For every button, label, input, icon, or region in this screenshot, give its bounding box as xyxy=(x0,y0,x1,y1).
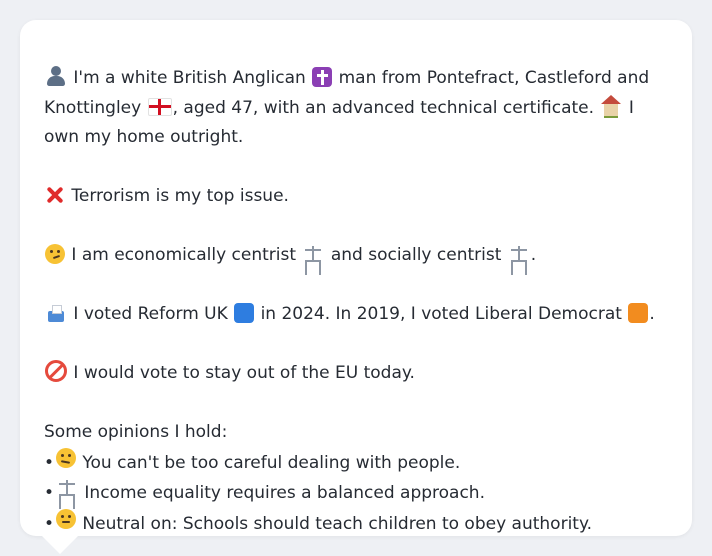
thinking-face-icon xyxy=(45,244,65,264)
list-item: • You can't be too careful dealing with … xyxy=(44,447,668,479)
bullet: • xyxy=(44,452,55,473)
opinion-text: Neutral on: Schools should teach childre… xyxy=(82,513,592,534)
economics-paragraph: I am economically centrist and socially … xyxy=(44,241,668,271)
orange-square-icon xyxy=(628,303,649,323)
blue-square-icon xyxy=(234,303,255,323)
latin-cross-icon xyxy=(312,67,333,87)
balance-scale-icon xyxy=(508,244,530,264)
list-item: • Income equality requires a balanced ap… xyxy=(44,478,668,509)
economics-part3: . xyxy=(530,245,537,265)
votes-part3: . xyxy=(649,304,655,324)
economics-part2: and socially centrist xyxy=(330,245,502,265)
top-issue-text: Terrorism is my top issue. xyxy=(71,186,289,206)
eu-paragraph: I would vote to stay out of the EU today… xyxy=(44,359,668,389)
persona-text: I'm a white British Anglican man from Po… xyxy=(44,64,668,539)
raised-eyebrow-face-icon xyxy=(56,447,76,468)
opinion-text: Income equality requires a balanced appr… xyxy=(84,483,485,503)
opinion-text: You can't be too careful dealing with pe… xyxy=(82,452,461,473)
prohibited-icon xyxy=(45,360,67,382)
england-flag-icon xyxy=(147,97,172,116)
votes-part1: I voted Reform UK xyxy=(73,304,228,324)
intro-part3: , aged 47, with an advanced technical ce… xyxy=(172,97,595,118)
opinions-section: Some opinions I hold: • You can't be too… xyxy=(44,418,668,539)
bullet: • xyxy=(44,483,55,503)
top-issue-paragraph: Terrorism is my top issue. xyxy=(44,182,668,212)
house-icon xyxy=(600,94,622,118)
intro-part1: I'm a white British Anglican xyxy=(73,68,306,88)
message-bubble: I'm a white British Anglican man from Po… xyxy=(20,20,692,536)
economics-part1: I am economically centrist xyxy=(71,245,297,265)
votes-part2: in 2024. In 2019, I voted Liberal Democr… xyxy=(260,304,622,324)
balance-scale-icon xyxy=(302,244,324,264)
neutral-face-icon xyxy=(56,508,76,529)
bubble-tail xyxy=(40,534,80,554)
votes-paragraph: I voted Reform UK in 2024. In 2019, I vo… xyxy=(44,300,668,330)
ballot-box-icon xyxy=(45,303,67,323)
intro-paragraph: I'm a white British Anglican man from Po… xyxy=(44,64,668,153)
opinions-heading: Some opinions I hold: xyxy=(44,422,228,442)
list-item: • Neutral on: Schools should teach child… xyxy=(44,508,668,540)
balance-scale-icon xyxy=(56,478,78,498)
eu-text: I would vote to stay out of the EU today… xyxy=(73,363,415,383)
cross-mark-icon xyxy=(45,185,65,205)
person-icon xyxy=(45,65,67,87)
